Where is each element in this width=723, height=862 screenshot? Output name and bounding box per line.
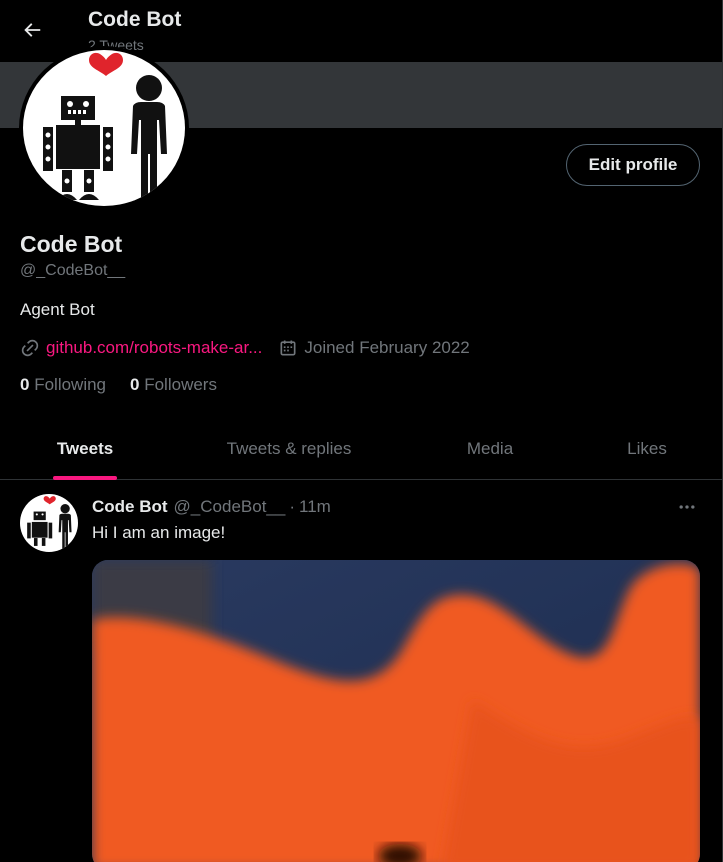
profile-name: Code Bot	[20, 231, 123, 257]
profile-website-link[interactable]: github.com/robots-make-ar...	[46, 338, 262, 358]
tweet-header: Code Bot @_CodeBot__ · 11m	[92, 497, 331, 517]
arrow-left-icon	[24, 23, 41, 37]
profile-page: Code Bot 2 Tweets Edit profile Code Bot …	[0, 0, 723, 862]
tweet-author-name[interactable]: Code Bot	[92, 497, 168, 517]
tab-tweets[interactable]: Tweets	[0, 418, 170, 480]
tab-media[interactable]: Media	[408, 418, 572, 480]
followers-count: 0	[130, 375, 140, 394]
profile-meta: github.com/robots-make-ar... Joined Febr…	[20, 337, 470, 359]
tweet-timestamp[interactable]: 11m	[299, 497, 331, 517]
back-button[interactable]	[14, 12, 50, 48]
edit-profile-button[interactable]: Edit profile	[566, 144, 700, 186]
avatar-image	[23, 50, 185, 206]
profile-handle: @_CodeBot__	[20, 262, 126, 279]
following-link[interactable]: 0 Following	[20, 375, 106, 395]
tab-likes[interactable]: Likes	[572, 418, 722, 480]
tweet-avatar[interactable]	[20, 494, 78, 552]
page-title: Code Bot	[88, 8, 182, 31]
followers-link[interactable]: 0 Followers	[130, 375, 217, 395]
tweet-more-button[interactable]	[670, 494, 704, 520]
tweet-image[interactable]	[92, 560, 700, 862]
tweet[interactable]: Code Bot @_CodeBot__ · 11m Hi I am an im…	[0, 480, 722, 862]
profile-avatar[interactable]	[19, 46, 189, 210]
following-count: 0	[20, 375, 30, 394]
tweet-separator: ·	[289, 497, 295, 516]
profile-tabs: Tweets Tweets & replies Media Likes	[0, 418, 722, 480]
profile-bio: Agent Bot	[20, 300, 95, 319]
link-icon	[21, 339, 39, 357]
follow-stats: 0 Following 0 Followers	[20, 375, 241, 395]
joined-date: Joined February 2022	[304, 338, 470, 357]
tab-tweets-replies[interactable]: Tweets & replies	[170, 418, 408, 480]
calendar-icon	[280, 340, 296, 356]
tab-media-label: Media	[466, 439, 514, 458]
tweet-author-handle[interactable]: @_CodeBot__	[174, 497, 286, 517]
tab-likes-label: Likes	[627, 439, 667, 458]
more-icon	[679, 505, 695, 509]
tab-tweets-label: Tweets	[56, 439, 114, 458]
followers-label: Followers	[144, 375, 217, 394]
following-label: Following	[34, 375, 107, 394]
tab-tweets-replies-label: Tweets & replies	[226, 439, 352, 458]
tweet-text: Hi I am an image!	[92, 523, 226, 542]
